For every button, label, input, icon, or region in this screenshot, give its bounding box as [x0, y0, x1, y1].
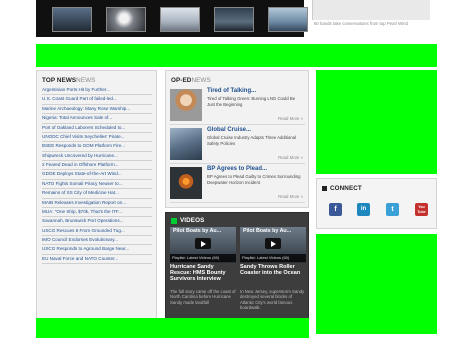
news-link[interactable]: Savannah, Brunswick Port Operations... [42, 217, 152, 227]
play-icon[interactable] [195, 238, 211, 249]
story-photo[interactable] [170, 128, 202, 160]
top-image-carousel [36, 0, 308, 37]
story-summary: Tired of Talking Green: Burning LNG Coul… [207, 96, 296, 107]
read-more-link[interactable]: Read More » [278, 194, 303, 199]
news-link[interactable]: BSEE Responds to GOM Platform Fire... [42, 142, 152, 152]
story-headline[interactable]: BP Agrees to Plead... [207, 166, 267, 172]
twitter-icon[interactable]: t [386, 203, 399, 216]
carousel-thumb[interactable] [214, 7, 254, 32]
news-link[interactable]: Argentinian Ports Hit by Further... [42, 86, 152, 96]
op-ed-panel: OP-EDNEWS Tired of Talking... Tired of T… [165, 70, 309, 208]
linkedin-icon[interactable]: in [357, 203, 370, 216]
video-card: Pilot Boats by Au... Playlist: Latest Vi… [170, 227, 236, 331]
connect-title: CONNECT [330, 185, 362, 192]
top-news-title-bold: TOP NEWS [42, 77, 77, 84]
video-playlist-label: Playlist: Latest Videos (60) [240, 254, 306, 262]
video-summary: The full story came off the coast of Nor… [170, 289, 236, 305]
story-headline[interactable]: Tired of Talking... [207, 88, 256, 94]
featured-image[interactable] [312, 0, 430, 20]
videos-square-icon [171, 217, 177, 224]
op-ed-story: Tired of Talking... Tired of Talking Gre… [170, 87, 305, 125]
video-headline[interactable]: Sandy Throws Roller Coaster into the Oce… [240, 264, 306, 276]
carousel-thumb[interactable] [268, 7, 308, 32]
featured-caption: 60 hands take conservations from top Pea… [314, 21, 408, 26]
video-card: Pilot Boats by Au... Playlist: Latest Vi… [240, 227, 306, 331]
read-more-link[interactable]: Read More » [278, 155, 303, 160]
play-icon[interactable] [265, 238, 281, 249]
video-thumb-title: Pilot Boats by Au... [243, 228, 292, 234]
video-thumbnail[interactable]: Pilot Boats by Au... Playlist: Latest Vi… [170, 227, 236, 263]
news-link[interactable]: Marine Archaeology: Many Rose Warship... [42, 105, 152, 115]
connect-square-icon [322, 186, 327, 191]
videos-header: VIDEOS [171, 217, 204, 224]
video-summary: In New Jersey, superstorm Sandy destroye… [240, 289, 305, 311]
carousel-thumb[interactable] [52, 7, 92, 32]
story-summary: Global Cruise Industry Adapts Three Addi… [207, 135, 297, 146]
story-summary: BP Agrees to Plead Guilty to Crimes Surr… [207, 174, 301, 185]
news-link[interactable]: USCG Responds to Aground Barge Near... [42, 245, 152, 255]
top-news-panel: TOP NEWSNEWS Argentinian Ports Hit by Fu… [36, 70, 157, 334]
ad-box-right-top[interactable] [316, 70, 437, 174]
author-photo[interactable] [170, 89, 202, 121]
op-ed-title: OP-EDNEWS [171, 77, 211, 84]
ad-box-right-bottom[interactable] [316, 234, 437, 334]
news-link[interactable]: IMO Council Endorses Evolutionary... [42, 236, 152, 246]
news-link[interactable]: GDOE Deploys State-of-the-Art Wind... [42, 170, 152, 180]
videos-title: VIDEOS [180, 217, 205, 224]
facebook-icon[interactable]: f [329, 203, 342, 216]
op-ed-story: BP Agrees to Plead... BP Agrees to Plead… [170, 165, 305, 203]
story-headline[interactable]: Global Cruise... [207, 127, 251, 133]
news-link[interactable]: 2 Feared Dead in Offshore Platform... [42, 161, 152, 171]
connect-header: CONNECT [322, 185, 362, 192]
top-news-title: TOP NEWSNEWS [42, 77, 95, 84]
news-link[interactable]: Remains of SS City of Medicine Hat... [42, 189, 152, 199]
op-ed-title-bold: OP-ED [171, 77, 192, 84]
carousel-thumb[interactable] [106, 7, 146, 32]
news-link[interactable]: EU Naval Force and NATO Counter... [42, 255, 152, 265]
story-photo[interactable] [170, 167, 202, 199]
youtube-icon[interactable]: You Tube [415, 203, 428, 216]
op-ed-story: Global Cruise... Global Cruise Industry … [170, 126, 305, 164]
videos-panel: VIDEOS Pilot Boats by Au... Playlist: La… [165, 212, 309, 334]
video-headline[interactable]: Hurricane Sandy Rescue: HMS Bounty Survi… [170, 264, 236, 283]
carousel-thumb[interactable] [160, 7, 200, 32]
news-link[interactable]: UNODC Chief Visits Seychelles' Pirate... [42, 133, 152, 143]
top-news-list: Argentinian Ports Hit by Further... U.S.… [42, 86, 152, 265]
news-link[interactable]: USCG Rescues 5 From Grounded Tug... [42, 227, 152, 236]
news-link[interactable]: MAIB Releases Investigation Report on... [42, 199, 152, 208]
top-news-title-light: NEWS [76, 77, 96, 84]
ad-banner-top[interactable] [36, 44, 437, 67]
video-thumb-title: Pilot Boats by Au... [173, 228, 222, 234]
news-link[interactable]: Shipwreck Uncovered by Hurricane... [42, 152, 152, 161]
video-playlist-label: Playlist: Latest Videos (60) [170, 254, 236, 262]
news-link[interactable]: MUA: "One Ship, $70k, That's the ITF... [42, 208, 152, 218]
ad-banner-bottom[interactable] [36, 318, 309, 338]
video-thumbnail[interactable]: Pilot Boats by Au... Playlist: Latest Vi… [240, 227, 306, 263]
news-link[interactable]: U.S. Coast Guard Part of failed-led... [42, 95, 152, 105]
news-link[interactable]: Port of Oakland Laborers Scheduled to... [42, 124, 152, 133]
news-link[interactable]: Nigeria: Total Announces Sale of... [42, 114, 152, 124]
news-link[interactable]: NATO Fights Somali Piracy Neuser to... [42, 180, 152, 190]
connect-panel: CONNECT f in t You Tube [316, 178, 437, 229]
op-ed-title-light: NEWS [191, 77, 211, 84]
read-more-link[interactable]: Read More » [278, 116, 303, 121]
